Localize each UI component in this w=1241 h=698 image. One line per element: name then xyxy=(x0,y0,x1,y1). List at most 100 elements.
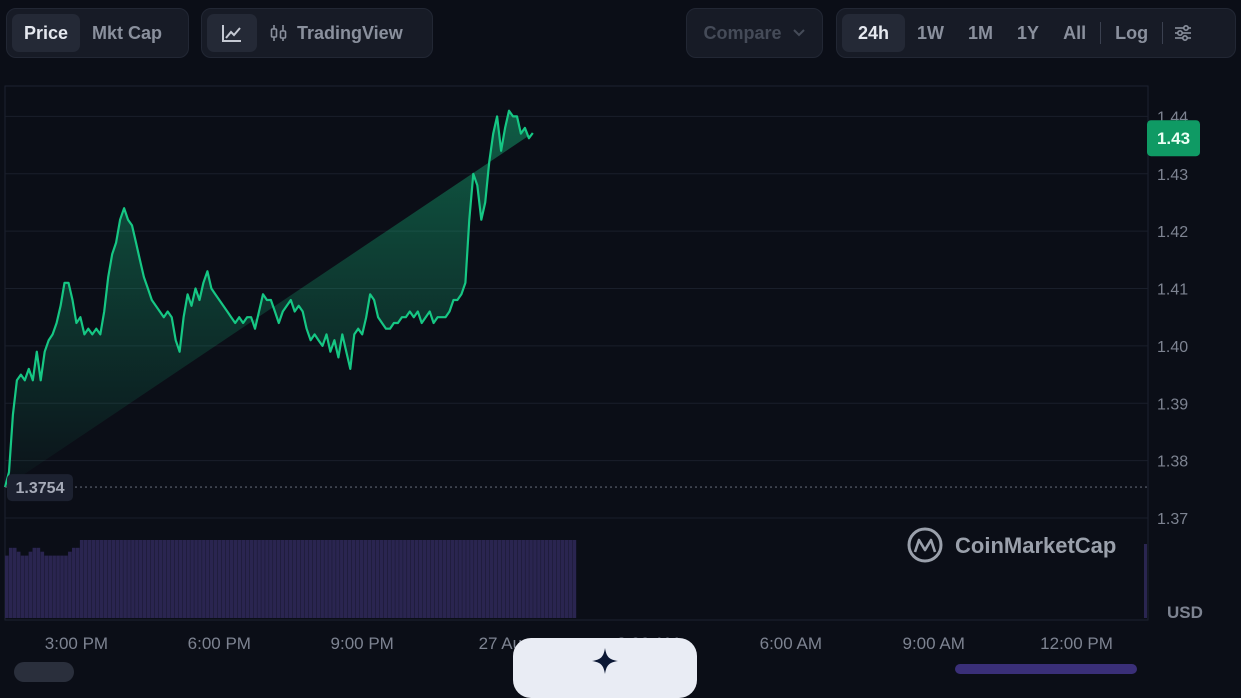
watermark-text: CoinMarketCap xyxy=(955,533,1116,558)
volume-bar xyxy=(300,540,305,618)
volume-bar xyxy=(135,540,139,618)
volume-bar xyxy=(426,540,431,618)
volume-bar xyxy=(544,540,549,618)
volume-bar xyxy=(292,540,297,618)
volume-bar xyxy=(206,540,210,618)
volume-bar xyxy=(265,540,269,618)
volume-bar xyxy=(355,540,360,618)
volume-bar xyxy=(489,540,494,618)
volume-bar xyxy=(56,555,60,618)
volume-bar xyxy=(363,540,368,618)
volume-bar xyxy=(375,540,380,618)
volume-bar xyxy=(5,555,9,618)
volume-bar xyxy=(186,540,190,618)
volume-bar xyxy=(340,540,344,618)
volume-bar xyxy=(64,555,68,618)
volume-bar xyxy=(454,540,458,618)
volume-bar xyxy=(470,540,474,618)
volume-bar xyxy=(379,540,384,618)
volume-bar xyxy=(60,555,64,618)
volume-bar xyxy=(72,547,76,618)
volume-bar xyxy=(332,540,336,618)
volume-bar xyxy=(442,540,447,618)
volume-bar xyxy=(296,540,301,618)
volume-bar xyxy=(304,540,309,618)
volume-bar xyxy=(237,540,242,618)
volume-bar xyxy=(560,540,565,618)
volume-bar xyxy=(182,540,187,618)
volume-bar xyxy=(16,551,21,618)
volume-bar xyxy=(568,540,573,618)
volume-bar xyxy=(276,540,281,618)
volume-bar xyxy=(44,555,49,618)
volume-bar xyxy=(48,555,52,618)
volume-bar xyxy=(556,540,561,618)
ai-assistant-button[interactable] xyxy=(513,638,697,698)
volume-bar xyxy=(399,540,403,618)
volume-bar xyxy=(241,540,246,618)
volume-bar xyxy=(450,540,455,618)
volume-bar xyxy=(99,540,104,618)
volume-bar xyxy=(477,540,482,618)
bottom-chip xyxy=(14,662,74,682)
volume-bar xyxy=(288,540,293,618)
volume-bar xyxy=(351,540,356,618)
x-tick-label: 6:00 AM xyxy=(760,634,822,653)
x-tick-label: 9:00 AM xyxy=(903,634,965,653)
volume-bar xyxy=(474,540,478,618)
volume-bar xyxy=(8,547,13,618)
volume-bar xyxy=(418,540,423,618)
volume-bar xyxy=(481,540,486,618)
volume-bar xyxy=(32,547,37,618)
x-tick-label: 9:00 PM xyxy=(331,634,394,653)
volume-bar xyxy=(24,555,29,618)
volume-bar xyxy=(40,551,45,618)
volume-bar xyxy=(434,540,439,618)
x-tick-label: 6:00 PM xyxy=(188,634,251,653)
volume-bar xyxy=(95,540,100,618)
volume-bar xyxy=(194,540,198,618)
volume-bar xyxy=(170,540,175,618)
y-tick-label: 1.40 xyxy=(1157,339,1188,356)
volume-bar xyxy=(466,540,470,618)
volume-bar xyxy=(213,540,218,618)
volume-bar xyxy=(131,540,135,618)
volume-bar xyxy=(28,551,33,618)
volume-bar xyxy=(501,540,506,618)
volume-bar xyxy=(410,540,415,618)
volume-bar xyxy=(280,540,285,618)
volume-bar xyxy=(391,540,395,618)
volume-bar xyxy=(446,540,451,618)
volume-bar xyxy=(328,540,332,618)
volume-bar xyxy=(174,540,179,618)
volume-bar xyxy=(548,540,553,618)
current-price-label: 1.43 xyxy=(1157,129,1190,148)
volume-bar xyxy=(462,540,466,618)
volume-bar xyxy=(91,540,96,618)
volume-bar xyxy=(430,540,435,618)
volume-bar xyxy=(324,540,328,618)
volume-bar xyxy=(119,540,123,618)
x-tick-label: 12:00 PM xyxy=(1040,634,1113,653)
volume-bar xyxy=(509,540,514,618)
sparkle-icon xyxy=(592,648,618,674)
y-tick-label: 1.43 xyxy=(1157,167,1188,184)
volume-bar xyxy=(316,540,321,618)
volume-bar xyxy=(115,540,119,618)
price-chart[interactable]: CoinMarketCap 1.441.431.421.411.401.391.… xyxy=(0,0,1241,670)
open-price-label: 1.3754 xyxy=(16,480,65,497)
volume-bar xyxy=(422,540,427,618)
volume-bar xyxy=(123,540,127,618)
volume-bar xyxy=(127,540,131,618)
volume-bar xyxy=(537,540,541,618)
volume-bar xyxy=(202,540,206,618)
volume-bar xyxy=(521,540,525,618)
volume-bar xyxy=(83,540,88,618)
volume-bar xyxy=(225,540,230,618)
volume-bar xyxy=(166,540,171,618)
volume-bar xyxy=(79,540,84,618)
volume-bar xyxy=(1144,544,1147,618)
volume-bar xyxy=(541,540,545,618)
volume-bar xyxy=(249,540,254,618)
volume-bar xyxy=(347,540,352,618)
